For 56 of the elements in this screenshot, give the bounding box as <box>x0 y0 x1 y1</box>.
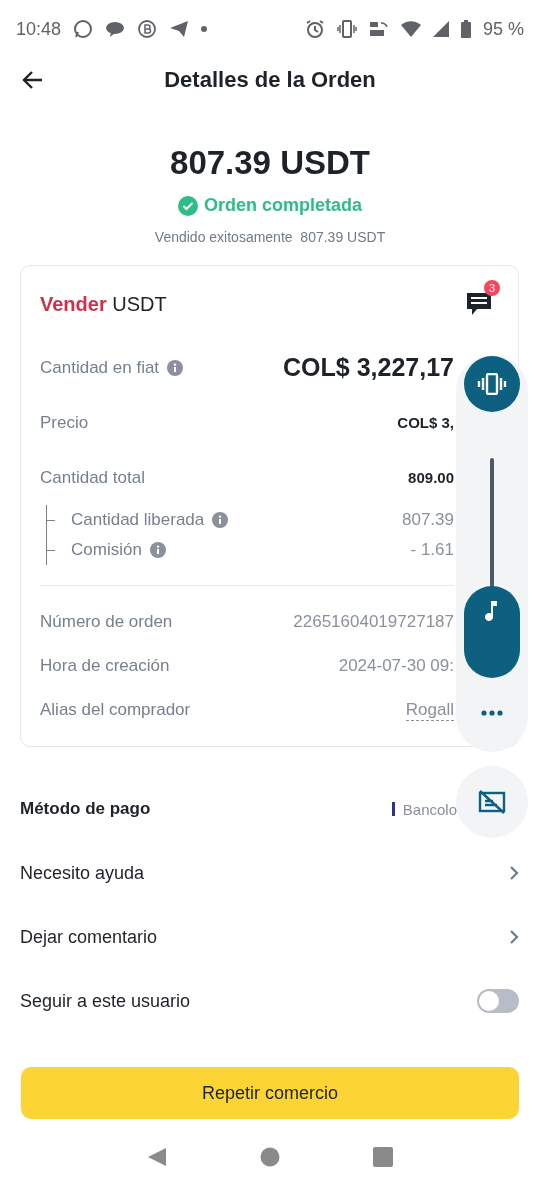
order-subtitle: Vendido exitosamente 807.39 USDT <box>154 229 386 245</box>
circle-b-icon <box>137 19 158 39</box>
detail-label: Comisión <box>71 540 142 560</box>
wifi-icon <box>400 21 421 37</box>
battery-level: 95 % <box>482 18 524 40</box>
dot-icon <box>201 26 208 32</box>
detail-label: Cantidad liberada <box>71 510 205 530</box>
detail-value: 809.00 <box>408 469 454 486</box>
detail-label: Cantidad total <box>40 467 145 488</box>
music-note-icon <box>485 599 499 622</box>
detail-label: Precio <box>40 412 89 433</box>
battery-icon <box>460 20 471 38</box>
option-row[interactable]: Dejar comentario <box>0 905 540 969</box>
nav-recents-icon[interactable] <box>373 1147 394 1167</box>
chat-bubble-icon <box>73 19 94 39</box>
info-icon[interactable] <box>212 512 229 528</box>
vibrate-icon <box>477 373 507 395</box>
vibrate-icon <box>336 20 357 38</box>
nav-back-icon[interactable] <box>146 1147 167 1167</box>
detail-label: Número de orden <box>40 612 173 632</box>
detail-label: Hora de creación <box>40 656 170 676</box>
payment-method-value: Bancolo <box>402 800 457 818</box>
volume-slider[interactable] <box>464 458 520 678</box>
more-dots-icon[interactable] <box>481 710 503 716</box>
paper-plane-icon <box>169 20 190 38</box>
follow-toggle[interactable] <box>477 989 519 1013</box>
chevron-right-icon <box>509 865 519 881</box>
trade-side-title: Vender USDT <box>40 292 167 316</box>
chevron-right-icon <box>509 929 519 945</box>
info-icon[interactable] <box>167 359 184 376</box>
detail-label: Alias del comprador <box>40 700 191 720</box>
message-icon <box>105 20 126 38</box>
option-label: Seguir a este usuario <box>20 990 191 1012</box>
detail-value: COL$ 3, <box>397 414 454 431</box>
captions-off-icon <box>478 789 506 815</box>
check-circle-icon <box>177 195 198 216</box>
detail-value: 2024-07-30 09: <box>338 656 454 676</box>
order-amount: 807.39 USDT <box>170 144 370 182</box>
option-label: Método de pago <box>20 799 151 819</box>
signal-icon <box>432 21 449 37</box>
chat-badge: 3 <box>484 280 500 296</box>
detail-value: 807.39 <box>402 510 454 530</box>
detail-value: COL$ 3,227,17 <box>283 353 454 382</box>
detail-value: - 1.61 <box>410 540 454 560</box>
vibrate-button[interactable] <box>464 356 520 412</box>
back-arrow-icon[interactable] <box>22 69 44 91</box>
alarm-icon <box>304 19 325 39</box>
detail-label: Cantidad en fiat <box>40 357 160 378</box>
order-status: Orden completada <box>203 195 362 216</box>
repeat-trade-button[interactable]: Repetir comercio <box>21 1067 519 1119</box>
status-time: 10:48 <box>16 18 62 40</box>
info-icon[interactable] <box>149 542 166 558</box>
option-row[interactable]: Necesito ayuda <box>0 841 540 905</box>
detail-value: 22651604019727187 <box>293 612 454 632</box>
page-title: Detalles de la Orden <box>164 67 376 93</box>
nav-home-icon[interactable] <box>260 1147 280 1167</box>
